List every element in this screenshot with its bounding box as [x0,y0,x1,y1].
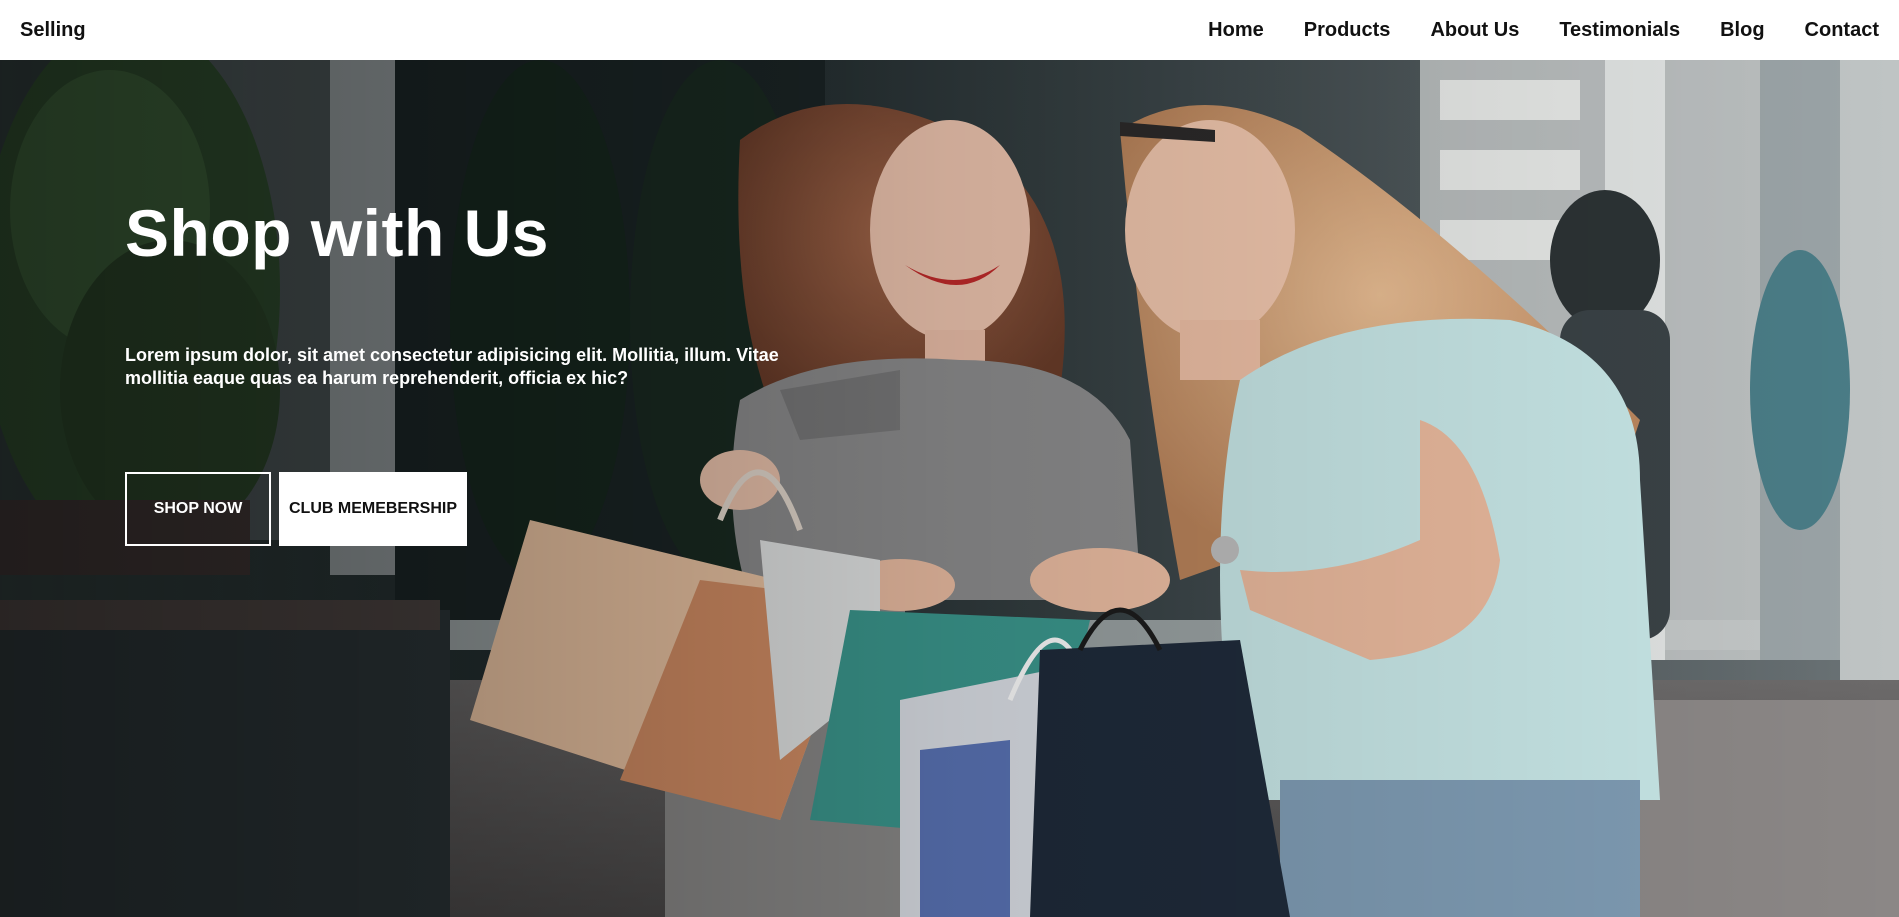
hero-content: Shop with Us Lorem ipsum dolor, sit amet… [125,200,825,546]
main-nav: Home Products About Us Testimonials Blog… [1168,19,1879,42]
nav-home-link[interactable]: Home [1208,19,1264,42]
nav-about-link[interactable]: About Us [1430,19,1519,42]
hero-section: Shop with Us Lorem ipsum dolor, sit amet… [0,60,1899,917]
shop-now-button[interactable]: SHOP NOW [125,472,271,546]
hero-title: Shop with Us [125,196,549,270]
nav-contact-link[interactable]: Contact [1805,19,1879,42]
club-membership-button[interactable]: CLUB MEMEBERSHIP [279,472,467,546]
nav-blog-link[interactable]: Blog [1720,19,1764,42]
hero-description: Lorem ipsum dolor, sit amet consectetur … [125,345,779,388]
hero-buttons: SHOP NOW CLUB MEMEBERSHIP [125,472,825,546]
nav-links: Home Products About Us Testimonials Blog… [1168,19,1879,42]
brand-logo[interactable]: Selling [20,19,86,42]
top-navbar: Selling Home Products About Us Testimoni… [0,0,1899,60]
nav-testimonials-link[interactable]: Testimonials [1559,19,1680,42]
nav-products-link[interactable]: Products [1304,19,1391,42]
